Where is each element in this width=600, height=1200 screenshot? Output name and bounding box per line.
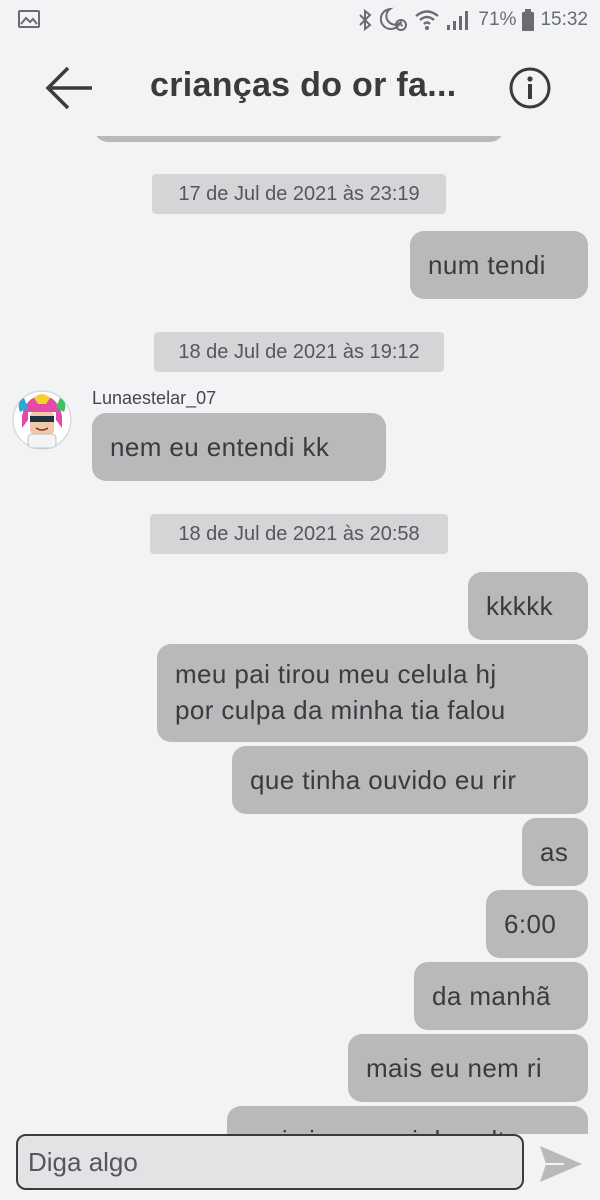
message-line: por culpa da minha tia falou xyxy=(175,695,506,725)
message-bubble-partial xyxy=(94,136,504,142)
message-bubble-outgoing[interactable]: meu pai tirou meu celula hj por culpa da… xyxy=(157,644,588,742)
chat-header: crianças do or fa... xyxy=(0,40,600,136)
message-bubble-outgoing[interactable]: mais eu nem ri xyxy=(348,1034,588,1102)
timestamp: 17 de Jul de 2021 às 23:19 xyxy=(152,174,446,214)
battery-icon xyxy=(522,9,535,31)
moon-alarm-icon xyxy=(380,7,408,31)
avatar[interactable] xyxy=(12,390,72,450)
message-bubble-outgoing[interactable]: da manhã xyxy=(414,962,588,1030)
timestamp: 18 de Jul de 2021 às 20:58 xyxy=(150,514,448,554)
back-arrow-icon xyxy=(45,66,92,110)
message-bubble-outgoing[interactable]: mais ja peguei de volta xyxy=(227,1106,588,1134)
message-list[interactable]: 17 de Jul de 2021 às 23:19 num tendi 18 … xyxy=(0,136,600,1134)
status-bar: 71% 15:32 xyxy=(0,0,600,40)
image-icon xyxy=(18,10,40,28)
battery-percent: 71% xyxy=(478,9,517,30)
send-button[interactable] xyxy=(538,1144,584,1184)
bluetooth-icon xyxy=(359,9,372,31)
message-bubble-outgoing[interactable]: kkkkk xyxy=(468,572,588,640)
message-bubble-outgoing[interactable]: as xyxy=(522,818,588,886)
wifi-icon xyxy=(415,10,440,30)
info-button[interactable] xyxy=(506,64,554,112)
message-bubble-outgoing[interactable]: 6:00 xyxy=(486,890,588,958)
signal-icon xyxy=(447,11,469,30)
sender-name: Lunaestelar_07 xyxy=(92,388,217,408)
clock: 15:32 xyxy=(540,9,588,30)
avatar-image xyxy=(12,390,72,450)
send-icon xyxy=(540,1146,582,1182)
back-button[interactable] xyxy=(40,58,100,118)
composer xyxy=(0,1134,600,1200)
chat-screen: 71% 15:32 crianças do or fa... 17 de Jul… xyxy=(0,0,600,1200)
message-bubble-incoming[interactable]: nem eu entendi kk xyxy=(92,413,386,481)
chat-title: crianças do or fa... xyxy=(150,66,457,104)
message-bubble-outgoing[interactable]: que tinha ouvido eu rir xyxy=(232,746,588,814)
message-line: meu pai tirou meu celula hj xyxy=(175,659,497,689)
message-bubble-outgoing[interactable]: num tendi xyxy=(410,231,588,299)
timestamp: 18 de Jul de 2021 às 19:12 xyxy=(154,332,444,372)
info-icon xyxy=(509,67,551,109)
status-icons: 71% 15:32 xyxy=(358,6,588,34)
message-input[interactable] xyxy=(16,1134,524,1190)
